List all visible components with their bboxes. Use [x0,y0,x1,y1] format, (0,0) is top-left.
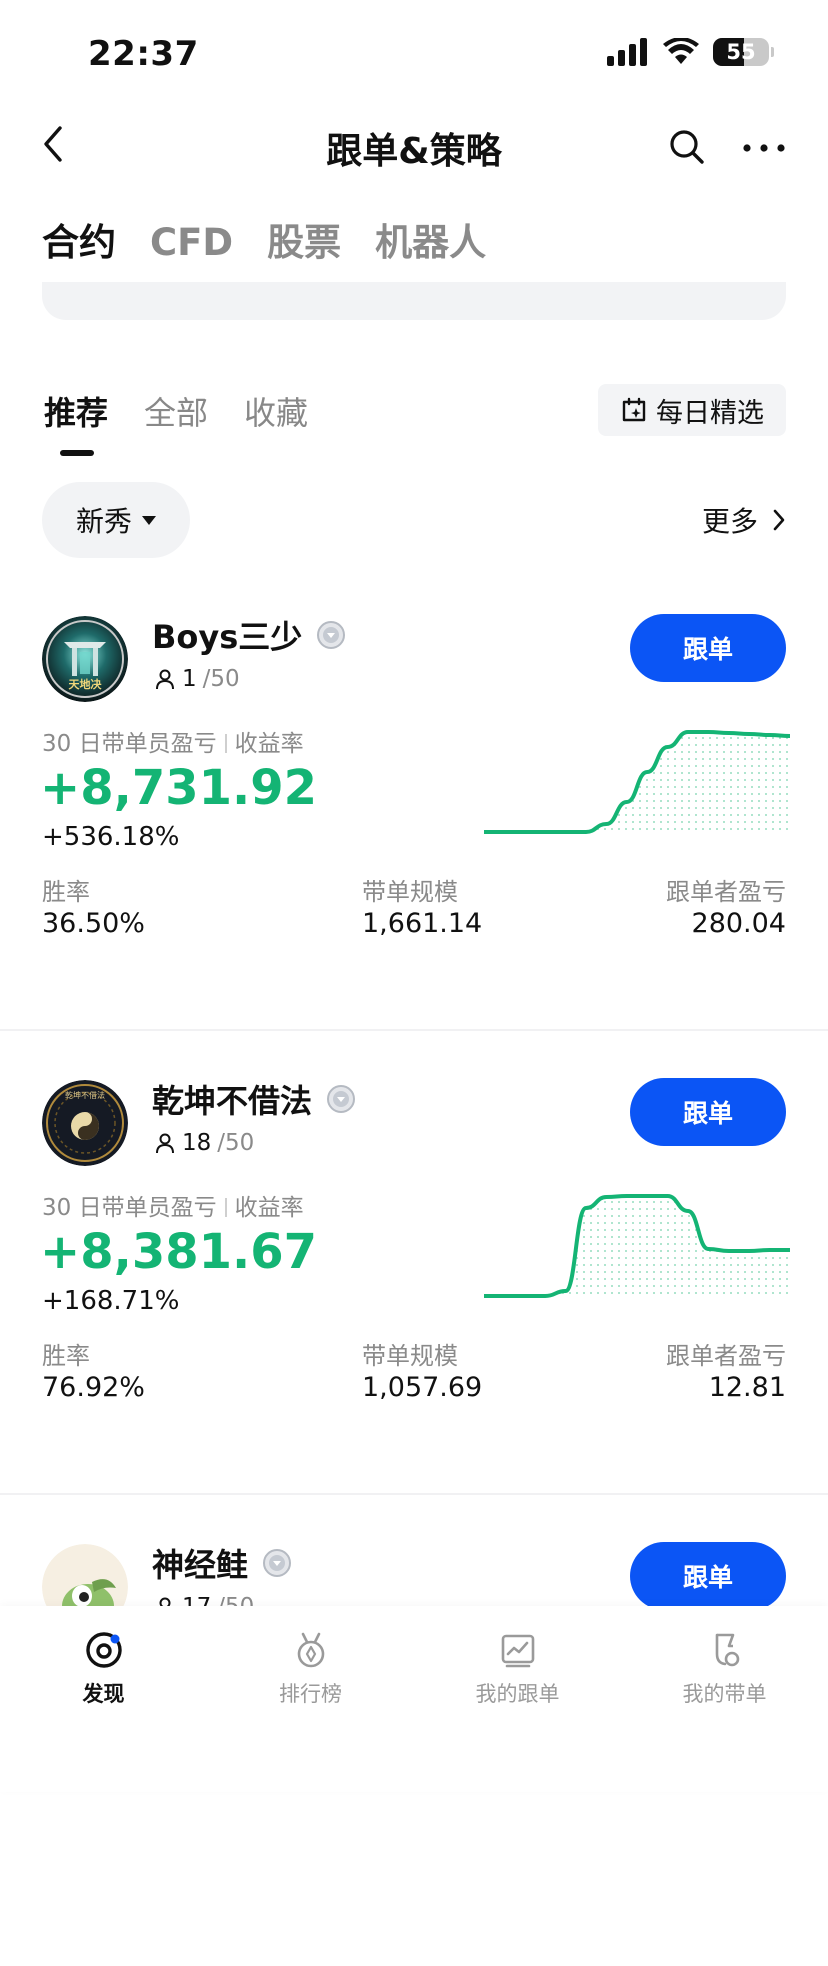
silver-medal-icon [317,621,346,649]
discover-icon [85,1632,122,1668]
pnl-label: 30 日带单员盈亏 [42,731,217,757]
trader-name: 神经鲑 [152,1546,249,1584]
sub-tabs: 推荐 全部 收藏 [44,388,308,434]
daily-pick-label: 每日精选 [656,397,764,429]
follower-count: 1/50 [154,666,240,692]
silver-medal-icon [327,1085,356,1113]
follower-pnl-label: 跟单者盈亏 [666,1342,786,1370]
rate-label: 收益率 [234,1195,304,1221]
tab-discover[interactable]: 发现 [0,1630,207,1708]
tab-my-copies-label: 我的跟单 [475,1682,560,1706]
bottom-tab-bar: 发现 排行榜 我的跟单 我的带单 [0,1606,828,1792]
tab-bots[interactable]: 机器人 [375,212,486,266]
chart-icon [501,1634,534,1668]
pnl-sparkline [484,1194,790,1298]
tab-my-leads-label: 我的带单 [682,1682,767,1706]
follow-button[interactable]: 跟单 [630,1542,786,1610]
tab-cfd[interactable]: CFD [150,221,233,264]
tab-my-leads[interactable]: 我的带单 [621,1630,828,1708]
category-filter-value: 新秀 [75,505,132,538]
caret-down-icon [142,515,156,525]
user-icon [156,669,174,690]
follower-pnl-value: 12.81 [708,1372,786,1403]
tab-favorites[interactable]: 收藏 [244,388,308,434]
battery-indicator: 55 [713,38,769,66]
user-icon [156,1133,174,1154]
trader-card[interactable]: 乾坤不借法 乾坤不借法 18/50 跟单 30 日带单员盈亏 收益率 +8,381… [0,1038,828,1502]
avatar-caption: 天地决 [68,678,102,691]
trader-name: Boys三少 [152,618,303,656]
search-icon [670,130,704,164]
more-icon [743,144,785,152]
follower-count: 18/50 [154,1130,254,1156]
status-icons: 55 [607,38,774,66]
status-time: 22:37 [88,34,199,74]
tab-stocks[interactable]: 股票 [267,212,341,266]
pnl-sparkline [484,730,790,834]
size-value: 1,057.69 [362,1372,483,1403]
size-label: 带单规模 [362,878,458,906]
pnl-label-row: 30 日带单员盈亏 收益率 [42,1188,304,1222]
active-tab-indicator [60,450,94,456]
banner-placeholder [42,282,786,320]
tab-my-copies[interactable]: 我的跟单 [414,1630,621,1708]
tab-recommended[interactable]: 推荐 [44,388,108,434]
card-divider [0,1493,828,1495]
tab-all[interactable]: 全部 [144,388,208,434]
trader-avatar[interactable]: 天地决 [42,616,128,702]
tab-leaderboard[interactable]: 排行榜 [207,1630,414,1708]
trader-name: 乾坤不借法 [152,1082,313,1120]
trader-name-row: Boys三少 [152,612,346,658]
trader-card[interactable]: 天地决 Boys三少 1/50 跟单 30 日带单员盈亏 收益率 +8,731.9… [0,574,828,1038]
medal-icon [297,1632,324,1668]
signal-icon [607,38,647,66]
trader-avatar[interactable]: 乾坤不借法 [42,1080,128,1166]
card-divider [0,1029,828,1031]
tab-futures[interactable]: 合约 [42,212,116,266]
return-rate: +168.71% [42,1286,180,1316]
rate-label: 收益率 [234,731,304,757]
sparkline-area [484,1196,790,1296]
more-label: 更多 [701,505,758,538]
avatar-caption: 乾坤不借法 [65,1091,105,1100]
flag-badge-icon [715,1633,739,1667]
silver-medal-icon [263,1549,292,1577]
pnl-label-row: 30 日带单员盈亏 收益率 [42,724,304,758]
daily-pick-button[interactable]: 每日精选 [598,384,786,436]
tab-discover-label: 发现 [82,1682,125,1706]
follower-pnl-value: 280.04 [691,908,786,939]
battery-level: 55 [726,40,756,64]
follow-button[interactable]: 跟单 [630,614,786,682]
category-filter[interactable]: 新秀 [42,482,190,558]
follow-button[interactable]: 跟单 [630,1078,786,1146]
more-button[interactable] [742,140,786,159]
calendar-sparkle-icon [622,397,646,422]
tab-leaderboard-label: 排行榜 [279,1682,342,1706]
follower-max: /50 [202,666,240,692]
follower-pnl-label: 跟单者盈亏 [666,878,786,906]
size-label: 带单规模 [362,1342,458,1370]
search-button[interactable] [668,128,706,170]
trader-name-row: 乾坤不借法 [152,1076,356,1122]
win-rate-label: 胜率 [42,1342,90,1370]
win-rate-value: 76.92% [42,1372,145,1403]
chevron-right-icon [773,509,785,531]
pnl-value: +8,731.92 [40,760,318,816]
trader-name-row: 神经鲑 [152,1540,292,1586]
product-tabs: 合约 CFD 股票 机器人 [42,212,486,266]
pnl-value: +8,381.67 [40,1224,318,1280]
return-rate: +536.18% [42,822,180,852]
follower-current: 1 [182,666,197,692]
win-rate-label: 胜率 [42,878,90,906]
wifi-icon [663,38,699,64]
size-value: 1,661.14 [362,908,483,939]
pnl-label: 30 日带单员盈亏 [42,1195,217,1221]
more-link[interactable]: 更多 [702,500,786,540]
win-rate-value: 36.50% [42,908,145,939]
follower-max: /50 [217,1130,255,1156]
follower-current: 18 [182,1130,212,1156]
